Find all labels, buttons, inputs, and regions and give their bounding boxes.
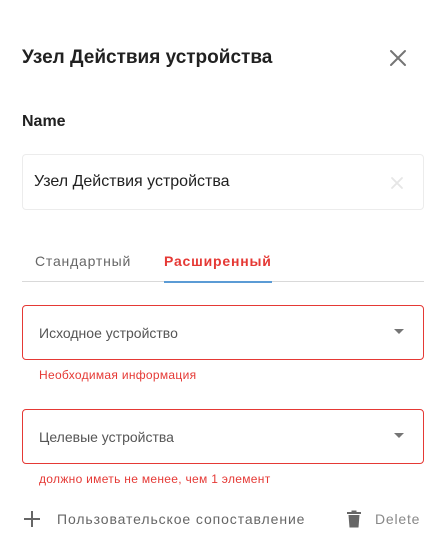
name-field (22, 154, 424, 210)
source-device-error: Необходимая информация (39, 368, 197, 382)
delete-label: Delete (375, 511, 421, 527)
custom-mapping-button[interactable]: Пользовательское сопоставление (22, 508, 305, 530)
close-button[interactable] (386, 46, 410, 70)
panel-title: Узел Действия устройства (22, 47, 273, 68)
tab-standard[interactable]: Стандартный (35, 253, 131, 282)
device-action-node-panel: Узел Действия устройства Name Стандартны… (0, 0, 448, 546)
plus-icon (24, 511, 40, 527)
clear-icon[interactable] (389, 175, 405, 191)
tab-advanced[interactable]: Расширенный (164, 253, 272, 283)
chevron-down-icon (394, 433, 404, 438)
custom-mapping-label: Пользовательское сопоставление (57, 511, 306, 527)
source-device-label: Исходное устройство (39, 325, 178, 341)
name-label: Name (22, 113, 66, 130)
source-device-select[interactable]: Исходное устройство (22, 305, 424, 360)
trash-icon (347, 510, 361, 528)
close-icon (390, 50, 406, 66)
chevron-down-icon (394, 329, 404, 334)
name-input[interactable] (34, 155, 374, 209)
delete-button[interactable]: Delete (346, 508, 420, 530)
target-devices-error: должно иметь не менее, чем 1 элемент (39, 472, 271, 486)
tab-bar: Стандартный Расширенный (22, 242, 424, 283)
target-devices-label: Целевые устройства (39, 429, 174, 445)
target-devices-select[interactable]: Целевые устройства (22, 409, 424, 464)
